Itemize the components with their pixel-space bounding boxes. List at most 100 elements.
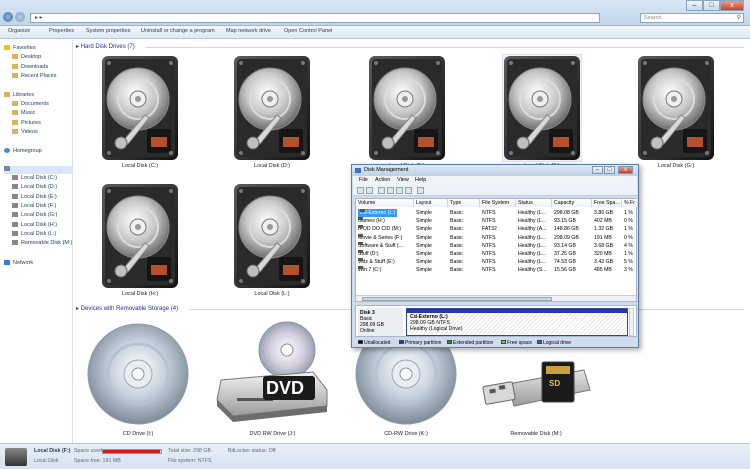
- open-control-panel-button[interactable]: Open Control Panel: [284, 28, 332, 34]
- menu-action[interactable]: Action: [375, 177, 390, 183]
- dvd-drive-j[interactable]: DVD: [215, 320, 330, 430]
- nav-computer[interactable]: [4, 166, 72, 174]
- hard-disk-3[interactable]: Local Disk (E:): [368, 55, 446, 169]
- nav-homegroup[interactable]: Homegroup: [4, 148, 42, 154]
- nav-drive-g[interactable]: Local Disk (G:): [12, 212, 57, 218]
- address-bar[interactable]: ▸ ▸: [30, 13, 600, 23]
- volume-row[interactable]: Stuff (D:) Simple Basic NTFS Healthy (L... 37…: [356, 250, 638, 258]
- column-header[interactable]: Volume: [356, 199, 414, 207]
- nav-drive-h[interactable]: Local Disk (H:): [12, 222, 57, 228]
- nav-recent[interactable]: Recent Places: [12, 73, 56, 79]
- back-arrow-icon[interactable]: [357, 187, 364, 194]
- properties-icon[interactable]: [387, 187, 394, 194]
- system-properties-button[interactable]: System properties: [86, 28, 130, 34]
- removable-section-header[interactable]: ▸ Devices with Removable Storage (4): [76, 305, 178, 312]
- nav-desktop[interactable]: Desktop: [12, 54, 41, 60]
- hard-disk-4[interactable]: Local Disk (F:): [502, 54, 582, 169]
- nav-drive-e[interactable]: Local Disk (E:): [12, 194, 57, 200]
- removable-disk-m[interactable]: SD: [480, 340, 592, 430]
- cd-drive-i[interactable]: [86, 322, 190, 426]
- nav-drive-l[interactable]: Local Disk (L:): [12, 231, 56, 237]
- nav-favorites[interactable]: Favorites: [4, 45, 36, 51]
- partition-block[interactable]: Cd-Externo (L:) 298.09 GB NTFS Healthy (…: [406, 308, 628, 336]
- menu-help[interactable]: Help: [415, 177, 426, 183]
- search-placeholder: Search: [644, 15, 662, 21]
- column-header[interactable]: Type: [448, 199, 480, 207]
- nav-drive-f[interactable]: Local Disk (F:): [12, 203, 56, 209]
- close-button[interactable]: x: [720, 0, 744, 11]
- column-header[interactable]: % Fr: [622, 199, 638, 207]
- partition-status: Healthy (Logical Drive): [410, 326, 463, 332]
- svg-text:SD: SD: [549, 379, 560, 388]
- legend-item: Primary partition: [399, 340, 441, 346]
- volume-cell: 5 %: [624, 259, 633, 266]
- cd-drive-i-label: CD Drive (I:): [122, 431, 154, 437]
- properties-button[interactable]: Properties: [49, 28, 74, 34]
- volume-row[interactable]: Movie & Series (F:) Simple Basic NTFS Health…: [356, 233, 638, 242]
- scrollbar-thumb[interactable]: [362, 297, 552, 301]
- refresh-icon[interactable]: [405, 187, 412, 194]
- hard-disk-5[interactable]: Local Disk (G:): [637, 55, 715, 169]
- uninstall-program-button[interactable]: Uninstall or change a program: [141, 28, 215, 34]
- hdd-section-header[interactable]: ▸ Hard Disk Drives (7): [76, 43, 135, 50]
- help-icon[interactable]: [396, 187, 403, 194]
- volume-icon: [358, 241, 363, 245]
- hard-disk-icon: [368, 55, 446, 163]
- nav-documents[interactable]: Documents: [12, 101, 49, 107]
- column-header[interactable]: Free Spa...: [592, 199, 622, 207]
- total-size-label: Total size: 298 GB: [168, 448, 211, 454]
- volume-icon: [358, 258, 363, 262]
- nav-drive-c[interactable]: Local Disk (C:): [12, 175, 57, 181]
- menu-view[interactable]: View: [397, 177, 409, 183]
- minimize-button[interactable]: –: [686, 0, 703, 11]
- volume-cell: Simple: [416, 259, 432, 266]
- console-tree-icon[interactable]: [378, 187, 385, 194]
- menu-file[interactable]: File: [359, 177, 368, 183]
- volume-row[interactable]: Win 7 (C:) Simple Basic NTFS Healthy (S... 15…: [356, 266, 638, 274]
- drive-icon: [12, 203, 18, 208]
- star-icon: [4, 45, 10, 50]
- vertical-scrollbar[interactable]: [629, 308, 634, 336]
- hard-disk-7[interactable]: Local Disk (L:): [233, 183, 311, 297]
- disk-management-titlebar[interactable]: Disk Management – □ x: [352, 165, 638, 176]
- hard-disk-6[interactable]: Local Disk (H:): [101, 183, 179, 297]
- column-header[interactable]: Layout: [414, 199, 448, 207]
- computer-icon: [4, 166, 10, 171]
- volume-row[interactable]: Software & Stuff (... Simple Basic NTFS Heal…: [356, 241, 638, 250]
- horizontal-scrollbar[interactable]: [356, 295, 636, 301]
- volume-cell: 1 %: [624, 251, 633, 257]
- volume-row[interactable]: Games (H:) Simple Basic NTFS Healthy (L... 93…: [356, 217, 638, 225]
- organize-button[interactable]: Organize: [8, 28, 30, 34]
- forward-button[interactable]: [15, 12, 25, 22]
- back-button[interactable]: [3, 12, 13, 22]
- forward-arrow-icon[interactable]: [366, 187, 373, 194]
- nav-downloads[interactable]: Downloads: [12, 64, 48, 70]
- hard-disk-1[interactable]: Local Disk (C:): [101, 55, 179, 169]
- disk-info[interactable]: Disk 3 Basic 298.09 GB Online: [358, 308, 403, 336]
- nav-drive-m[interactable]: Removable Disk (M:): [12, 240, 72, 246]
- volume-row[interactable]: Cd-Externo (L:) Simple Basic NTFS Healthy (L…: [356, 209, 638, 217]
- column-header[interactable]: File System: [480, 199, 516, 207]
- nav-music[interactable]: Music: [12, 110, 35, 116]
- hard-disk-2[interactable]: Local Disk (D:): [233, 55, 311, 169]
- disk-management-window[interactable]: Disk Management – □ x File Action View H…: [351, 164, 639, 348]
- volume-row[interactable]: IPOD DO CID (M:) Simple Basic FAT32 Healthy …: [356, 225, 638, 233]
- volume-cell: Movie & Series (F:): [358, 233, 402, 242]
- volume-row[interactable]: Vidz & Stuff (E:) Simple Basic NTFS Healthy …: [356, 258, 638, 266]
- column-header[interactable]: Status: [516, 199, 552, 207]
- volume-cell: 320 MB: [594, 251, 612, 257]
- dm-close-button[interactable]: x: [618, 166, 633, 174]
- dm-maximize-button[interactable]: □: [604, 166, 615, 174]
- nav-videos[interactable]: Videos: [12, 129, 38, 135]
- nav-network[interactable]: Network: [4, 260, 33, 266]
- column-header[interactable]: Capacity: [552, 199, 592, 207]
- search-input[interactable]: Search ⚲: [640, 13, 744, 23]
- volume-cell: 0 %: [624, 218, 633, 225]
- nav-libraries[interactable]: Libraries: [4, 92, 34, 98]
- map-network-drive-button[interactable]: Map network drive: [226, 28, 271, 34]
- rescan-icon[interactable]: [417, 187, 424, 194]
- maximize-button[interactable]: □: [703, 0, 720, 11]
- dm-minimize-button[interactable]: –: [592, 166, 603, 174]
- nav-pictures[interactable]: Pictures: [12, 120, 41, 126]
- nav-drive-d[interactable]: Local Disk (D:): [12, 184, 57, 190]
